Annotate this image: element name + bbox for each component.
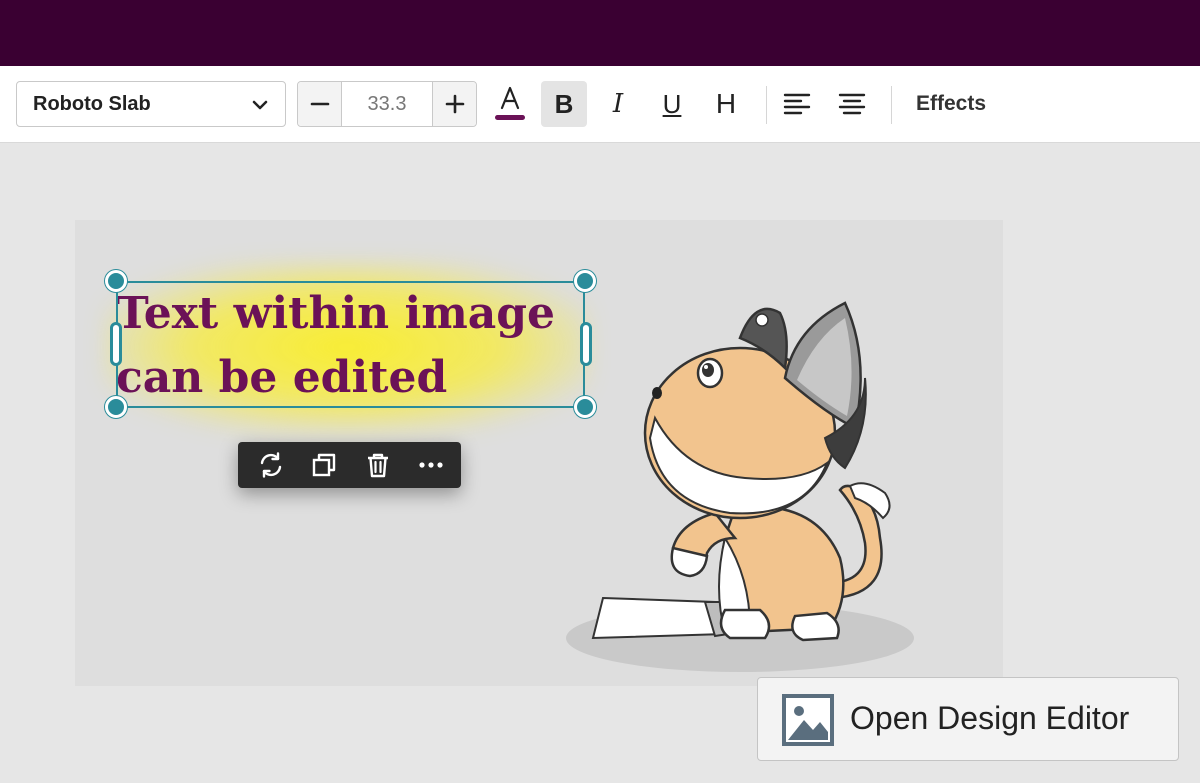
minus-icon: [310, 102, 329, 106]
chevron-down-icon: [252, 100, 268, 110]
text-color-icon: [495, 86, 525, 120]
element-context-menu: [238, 442, 461, 488]
font-size-stepper: [297, 81, 477, 127]
italic-icon: I: [612, 89, 624, 119]
open-design-editor-button[interactable]: Open Design Editor: [757, 677, 1179, 761]
resize-handle-top-right[interactable]: [574, 270, 596, 292]
refresh-icon: [260, 452, 282, 478]
effects-label: Effects: [916, 92, 987, 115]
increase-size-button[interactable]: [432, 82, 476, 126]
top-bar: [0, 0, 1200, 66]
more-options-button[interactable]: [408, 445, 454, 485]
underline-button[interactable]: U: [649, 81, 695, 127]
underline-icon: U: [662, 89, 682, 119]
effects-button[interactable]: Effects: [906, 81, 996, 127]
font-size-input[interactable]: [342, 82, 432, 126]
refresh-button[interactable]: [248, 445, 294, 485]
duplicate-button[interactable]: [301, 445, 347, 485]
align-left-button[interactable]: [774, 81, 820, 127]
text-toolbar: Roboto Slab B I U H: [0, 66, 1200, 143]
image-icon: [782, 694, 834, 746]
toolbar-divider: [891, 86, 892, 124]
heading-icon: H: [715, 88, 737, 119]
resize-handle-top-left[interactable]: [105, 270, 127, 292]
align-center-button[interactable]: [829, 81, 875, 127]
duplicate-icon: [313, 453, 336, 477]
font-family-dropdown[interactable]: Roboto Slab: [16, 81, 286, 127]
toolbar-divider: [766, 86, 767, 124]
resize-handle-bottom-left[interactable]: [105, 396, 127, 418]
cat-illustration[interactable]: [565, 298, 915, 673]
selection-frame: [116, 281, 585, 408]
plus-icon: [445, 94, 464, 114]
text-color-button[interactable]: [487, 81, 533, 127]
align-left-icon: [783, 93, 811, 115]
bold-icon: B: [554, 89, 574, 119]
bold-button[interactable]: B: [541, 81, 587, 127]
decrease-size-button[interactable]: [298, 82, 342, 126]
heading-button[interactable]: H: [703, 81, 749, 127]
delete-button[interactable]: [355, 445, 401, 485]
open-design-editor-label: Open Design Editor: [850, 700, 1130, 736]
more-icon: [419, 462, 443, 468]
font-family-value: Roboto Slab: [33, 92, 151, 115]
resize-handle-left[interactable]: [110, 322, 122, 366]
trash-icon: [367, 453, 388, 478]
italic-button[interactable]: I: [595, 81, 641, 127]
align-center-icon: [838, 93, 866, 115]
